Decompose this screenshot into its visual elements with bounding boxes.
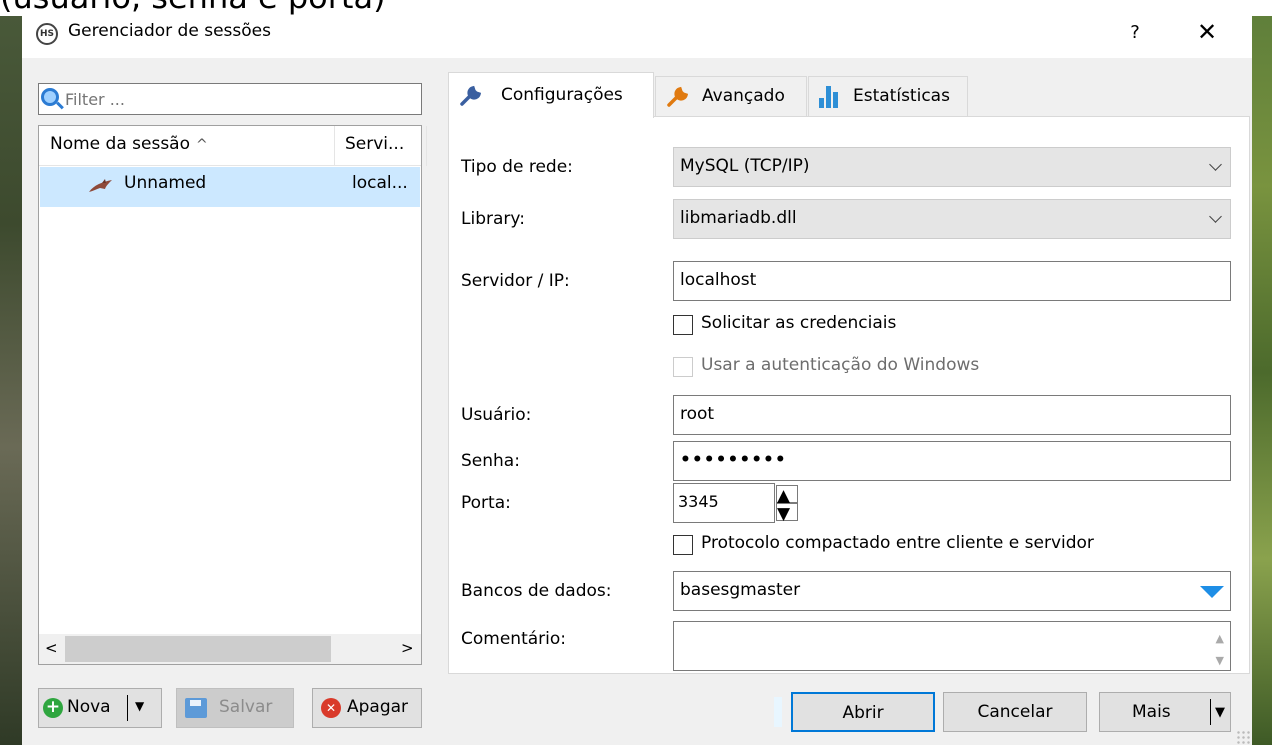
column-header-server[interactable]: Servi... bbox=[335, 126, 427, 166]
dropdown-arrow-icon[interactable]: ▼ bbox=[135, 699, 144, 713]
tab-label: Avançado bbox=[702, 86, 785, 106]
clipped-caption: (usuário, senha e porta) bbox=[0, 0, 1272, 16]
tab-label: Configurações bbox=[501, 85, 623, 105]
library-value: libmariadb.dll bbox=[680, 208, 797, 228]
column-header-label: Servi... bbox=[345, 134, 405, 154]
cancel-button[interactable]: Cancelar bbox=[943, 692, 1087, 732]
textarea-scroll-arrows-icon: ▲ ▼ bbox=[1215, 632, 1224, 667]
session-manager-dialog: HS Gerenciador de sessões ? ✕ Nome da se… bbox=[22, 10, 1252, 745]
compression-label[interactable]: Protocolo compactado entre cliente e ser… bbox=[701, 533, 1094, 553]
dolphin-icon bbox=[89, 179, 112, 192]
comment-textarea[interactable]: ▲ ▼ bbox=[673, 621, 1231, 671]
delete-label: Apagar bbox=[347, 697, 409, 717]
port-increment-button[interactable]: ▲ bbox=[776, 485, 798, 506]
port-value: 3345 bbox=[678, 492, 719, 511]
chevron-down-icon bbox=[1209, 210, 1222, 223]
column-header-session-name[interactable]: Nome da sessão ^ bbox=[39, 126, 335, 166]
scroll-left-button[interactable]: < bbox=[45, 639, 58, 657]
filter-box bbox=[38, 83, 422, 115]
password-input[interactable]: ••••••••• bbox=[673, 441, 1231, 481]
resize-grip-icon[interactable] bbox=[1236, 730, 1250, 744]
comment-label: Comentário: bbox=[461, 629, 566, 649]
network-type-label: Tipo de rede: bbox=[461, 157, 573, 177]
session-row[interactable]: Unnamed local... bbox=[40, 167, 420, 207]
new-session-button[interactable]: + Nova ▼ bbox=[38, 688, 162, 728]
more-label: Mais bbox=[1132, 702, 1171, 722]
password-label: Senha: bbox=[461, 451, 520, 471]
filter-input[interactable] bbox=[65, 87, 415, 111]
window-title: Gerenciador de sessões bbox=[68, 21, 271, 41]
focus-indicator bbox=[774, 697, 782, 727]
plus-icon: + bbox=[43, 698, 63, 718]
session-list: Nome da sessão ^ Servi... Unnamed local..… bbox=[38, 125, 427, 665]
tab-label: Estatísticas bbox=[853, 86, 950, 106]
sort-ascending-icon: ^ bbox=[196, 137, 208, 153]
settings-panel: Tipo de rede: MySQL (TCP/IP) Library: li… bbox=[448, 116, 1250, 674]
databases-input[interactable]: basesgmaster bbox=[673, 571, 1231, 611]
bar-chart-icon bbox=[819, 86, 843, 108]
new-session-label: Nova bbox=[67, 697, 111, 717]
databases-label: Bancos de dados: bbox=[461, 581, 612, 601]
column-header-label: Nome da sessão bbox=[50, 134, 191, 154]
wrench-icon bbox=[460, 85, 482, 106]
port-decrement-button[interactable]: ▼ bbox=[776, 503, 798, 524]
desktop-background-left bbox=[0, 0, 22, 745]
help-button[interactable]: ? bbox=[1120, 18, 1150, 48]
more-button[interactable]: Mais ▼ bbox=[1099, 692, 1231, 732]
session-server: local... bbox=[352, 173, 408, 193]
user-label: Usuário: bbox=[461, 405, 532, 425]
session-list-header: Nome da sessão ^ Servi... bbox=[39, 126, 427, 166]
compression-checkbox[interactable] bbox=[673, 535, 693, 555]
delete-button[interactable]: ✕ Apagar bbox=[312, 688, 422, 728]
password-value: ••••••••• bbox=[680, 450, 787, 470]
open-button[interactable]: Abrir bbox=[791, 692, 935, 732]
library-select[interactable]: libmariadb.dll bbox=[673, 199, 1231, 239]
scroll-thumb[interactable] bbox=[65, 636, 331, 662]
network-type-value: MySQL (TCP/IP) bbox=[680, 156, 810, 176]
port-label: Porta: bbox=[461, 493, 511, 513]
server-value: localhost bbox=[680, 270, 757, 290]
heidisql-app-icon: HS bbox=[36, 23, 58, 45]
library-label: Library: bbox=[461, 209, 525, 229]
windows-auth-checkbox bbox=[673, 357, 693, 377]
windows-auth-label: Usar a autenticação do Windows bbox=[701, 355, 980, 375]
user-input[interactable]: root bbox=[673, 395, 1231, 435]
server-label: Servidor / IP: bbox=[461, 271, 570, 291]
tab-avancado[interactable]: Avançado bbox=[655, 76, 807, 116]
dropdown-arrow-icon[interactable] bbox=[1200, 586, 1224, 598]
network-type-select[interactable]: MySQL (TCP/IP) bbox=[673, 147, 1231, 187]
prompt-credentials-label[interactable]: Solicitar as credenciais bbox=[701, 313, 896, 333]
dropdown-arrow-icon[interactable]: ▼ bbox=[1215, 694, 1225, 732]
scroll-right-button[interactable]: > bbox=[401, 639, 414, 657]
floppy-disk-icon bbox=[185, 698, 207, 718]
server-input[interactable]: localhost bbox=[673, 261, 1231, 301]
chevron-down-icon bbox=[1209, 158, 1222, 171]
databases-value: basesgmaster bbox=[680, 580, 801, 600]
close-button[interactable]: ✕ bbox=[1192, 16, 1222, 48]
search-icon bbox=[41, 88, 59, 106]
horizontal-scrollbar[interactable]: < > bbox=[39, 634, 421, 664]
tab-configuracoes[interactable]: Configurações bbox=[448, 72, 654, 118]
save-label: Salvar bbox=[219, 697, 273, 717]
clipped-caption-text: (usuário, senha e porta) bbox=[0, 0, 386, 16]
split-separator bbox=[127, 695, 128, 721]
wrench-orange-icon bbox=[667, 86, 689, 107]
port-input[interactable]: 3345 bbox=[673, 483, 775, 523]
split-separator bbox=[1210, 699, 1211, 725]
desktop-background-right bbox=[1252, 0, 1272, 745]
save-button: Salvar bbox=[176, 688, 294, 728]
delete-icon: ✕ bbox=[321, 698, 341, 718]
user-value: root bbox=[680, 404, 715, 424]
session-name: Unnamed bbox=[124, 173, 207, 193]
prompt-credentials-checkbox[interactable] bbox=[673, 315, 693, 335]
title-bar: HS Gerenciador de sessões ? ✕ bbox=[22, 10, 1252, 58]
tab-estatisticas[interactable]: Estatísticas bbox=[808, 76, 968, 116]
